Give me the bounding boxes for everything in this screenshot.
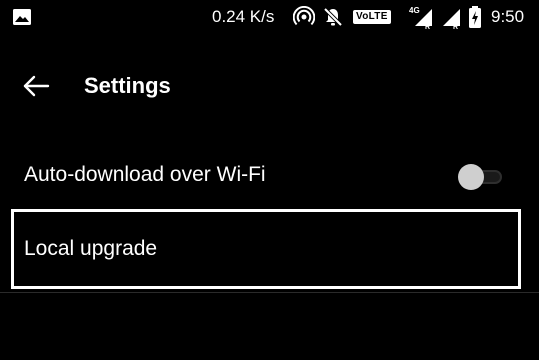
local-upgrade-label: Local upgrade: [24, 237, 158, 260]
local-upgrade-setting-row[interactable]: Local upgrade: [11, 209, 521, 289]
auto-download-setting-row[interactable]: Auto-download over Wi-Fi: [0, 148, 539, 204]
auto-download-toggle[interactable]: [458, 162, 504, 190]
toolbar: Settings: [0, 58, 539, 114]
volte-icon: VoLTE: [353, 0, 391, 34]
hotspot-icon: [293, 0, 315, 34]
divider: [0, 292, 539, 293]
network-type-label: 4G: [409, 6, 420, 15]
roaming-label-2: R: [453, 24, 459, 31]
network-speed-text: 0.24 K/s: [212, 7, 275, 26]
toggle-thumb: [458, 164, 484, 190]
roaming-label-1: R: [425, 24, 431, 31]
signal-icon: R: [438, 0, 462, 34]
battery-charging-icon: [468, 0, 482, 34]
arrow-left-icon: [23, 75, 50, 97]
image-notification-icon: [12, 0, 32, 34]
volte-badge: VoLTE: [353, 10, 391, 24]
network-speed: 0.24 K/s: [212, 0, 274, 34]
status-bar: 0.24 K/s VoLTE 4G R R 9:50: [0, 0, 539, 34]
back-button[interactable]: [14, 66, 58, 106]
clock: 9:50: [491, 0, 524, 34]
signal-4g-icon: 4G R: [408, 0, 434, 34]
clock-text: 9:50: [491, 7, 525, 26]
auto-download-label: Auto-download over Wi-Fi: [24, 163, 266, 186]
mute-icon: [322, 0, 344, 34]
page-title: Settings: [84, 73, 171, 98]
